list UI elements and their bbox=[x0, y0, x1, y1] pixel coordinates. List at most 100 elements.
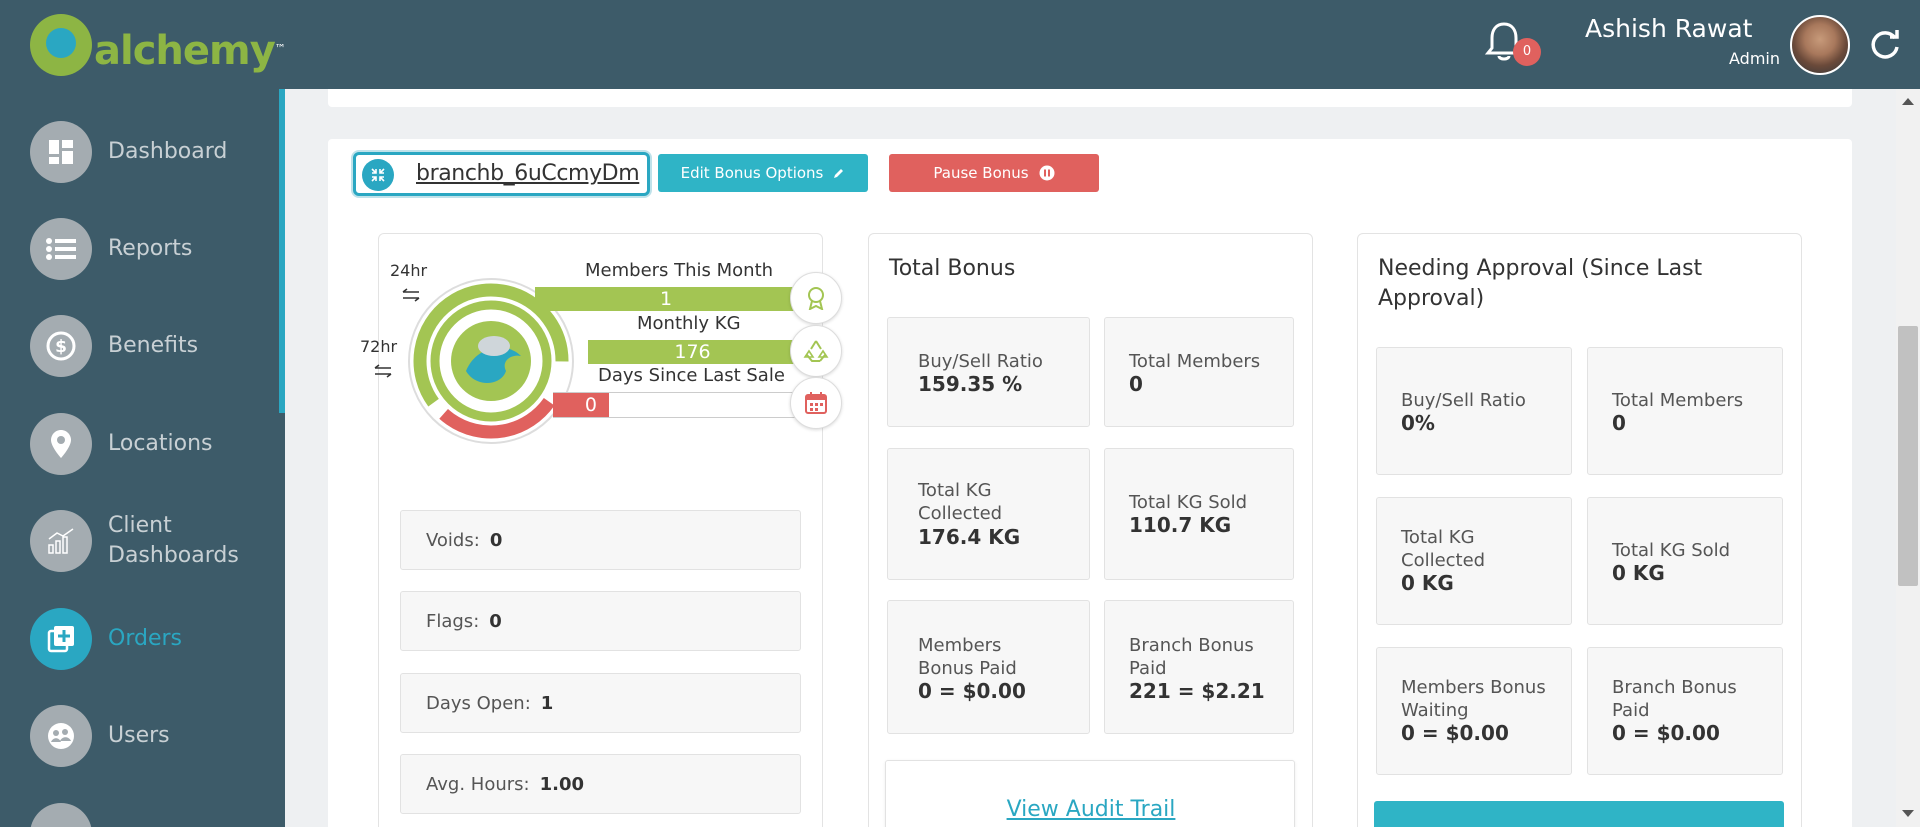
sidebar-item-users[interactable]: Users bbox=[30, 705, 258, 767]
add-box-icon bbox=[30, 608, 92, 670]
stat-card: Total KG Collected 0 KG bbox=[1376, 497, 1572, 625]
logo-trademark: ™ bbox=[274, 42, 286, 55]
sidebar-item-label: Client Dashboards bbox=[108, 513, 239, 568]
stat-value: 0 = $0.00 bbox=[1401, 721, 1509, 745]
stat-label: Total Members bbox=[1612, 390, 1744, 411]
monthly-kg-value: 176 bbox=[674, 341, 711, 363]
sidebar-item-more[interactable] bbox=[30, 803, 92, 827]
users-icon bbox=[30, 705, 92, 767]
branch-name-chip[interactable]: branchb_6uCcmyDm bbox=[353, 152, 650, 196]
stat-card: Total KG Sold 0 KG bbox=[1587, 497, 1783, 625]
sidebar-item-label: Dashboard bbox=[108, 139, 228, 164]
monthly-kg-label: Monthly KG bbox=[637, 313, 741, 334]
sidebar-item-reports[interactable]: Reports bbox=[30, 218, 258, 280]
pencil-icon bbox=[834, 169, 844, 178]
sidebar-item-label: Benefits bbox=[108, 333, 199, 358]
avg-hours-label: Avg. Hours: bbox=[426, 773, 530, 795]
stat-value: 0 bbox=[1129, 372, 1143, 396]
pause-bonus-button[interactable]: Pause Bonus bbox=[889, 154, 1099, 192]
label-72hr: 72hr bbox=[360, 337, 398, 356]
sidebar-item-dashboard[interactable]: Dashboard bbox=[30, 121, 258, 183]
sidebar-item-client-dashboards[interactable]: Client Dashboards bbox=[30, 510, 258, 572]
award-icon bbox=[808, 287, 824, 310]
sidebar-item-orders[interactable]: Orders bbox=[30, 608, 258, 670]
logo-text: alchemy bbox=[94, 28, 276, 74]
flags-label: Flags: bbox=[426, 610, 480, 632]
stat-label: Total KG Collected bbox=[918, 480, 1003, 524]
stat-card: Branch Bonus Paid 221 = $2.21 bbox=[1104, 600, 1294, 734]
stat-card: Buy/Sell Ratio 0% bbox=[1376, 347, 1572, 475]
stat-label: Buy/Sell Ratio bbox=[918, 351, 1043, 372]
pause-icon bbox=[1039, 165, 1055, 181]
label-24hr: 24hr bbox=[390, 261, 428, 280]
stat-card: Total KG Sold 110.7 KG bbox=[1104, 448, 1294, 580]
voids-row: Voids: 0 bbox=[400, 510, 801, 570]
avg-hours-row: Avg. Hours: 1.00 bbox=[400, 754, 801, 814]
avatar[interactable] bbox=[1790, 15, 1850, 75]
view-audit-trail-link[interactable]: View Audit Trail bbox=[886, 797, 1296, 822]
edit-bonus-options-button[interactable]: Edit Bonus Options bbox=[658, 154, 868, 192]
days-since-last-sale-label: Days Since Last Sale bbox=[598, 365, 785, 386]
stat-label: Branch Bonus Paid bbox=[1129, 635, 1254, 679]
stat-label: Branch Bonus Paid bbox=[1612, 677, 1737, 721]
stat-card: Total Members 0 bbox=[1587, 347, 1783, 475]
user-name: Ashish Rawat bbox=[1585, 14, 1753, 43]
edit-bonus-options-label: Edit Bonus Options bbox=[680, 164, 824, 182]
avg-hours-value: 1.00 bbox=[539, 773, 585, 795]
user-role: Admin bbox=[1729, 49, 1780, 68]
scroll-down-arrow[interactable] bbox=[1902, 810, 1914, 817]
stat-value: 0 KG bbox=[1401, 571, 1454, 595]
stat-value: 0% bbox=[1401, 411, 1435, 435]
stat-card: Branch Bonus Paid 0 = $0.00 bbox=[1587, 647, 1783, 775]
swap-arrows-icon[interactable] bbox=[372, 364, 394, 378]
stat-label: Members Bonus Waiting bbox=[1401, 677, 1546, 721]
stat-value: 0 KG bbox=[1612, 561, 1665, 585]
sidebar-item-label: Reports bbox=[108, 236, 193, 261]
svg-text:$: $ bbox=[55, 337, 67, 357]
scroll-up-arrow[interactable] bbox=[1902, 98, 1914, 105]
branch-name[interactable]: branchb_6uCcmyDm bbox=[416, 161, 640, 186]
stat-label: Members Bonus Paid bbox=[918, 635, 1017, 679]
stat-label: Total KG Sold bbox=[1612, 540, 1731, 561]
audit-trail-box: View Audit Trail bbox=[885, 760, 1295, 827]
chart-icon bbox=[30, 510, 92, 572]
sidebar-item-benefits[interactable]: $ Benefits bbox=[30, 315, 258, 377]
stat-card: Members Bonus Waiting 0 = $0.00 bbox=[1376, 647, 1572, 775]
stat-card: Buy/Sell Ratio 159.35 % bbox=[887, 317, 1090, 427]
alchemy-logo[interactable]: alchemy ™ bbox=[30, 14, 286, 76]
stat-value: 159.35 % bbox=[918, 372, 1023, 396]
total-bonus-title: Total Bonus bbox=[889, 256, 1016, 281]
members-this-month-bar: 1 bbox=[535, 287, 797, 311]
days-open-label: Days Open: bbox=[426, 692, 531, 714]
stat-label: Total KG Sold bbox=[1129, 492, 1248, 513]
scrollbar-thumb[interactable] bbox=[1898, 326, 1918, 586]
days-since-last-sale-value: 0 bbox=[584, 394, 597, 416]
sidebar-active-accent bbox=[279, 89, 285, 413]
voids-label: Voids: bbox=[426, 529, 480, 551]
stat-label: Total Members bbox=[1129, 351, 1261, 372]
stat-card: Total Members 0 bbox=[1104, 317, 1294, 427]
recycle-button[interactable] bbox=[790, 325, 842, 377]
list-icon bbox=[30, 218, 92, 280]
refresh-icon[interactable] bbox=[1868, 28, 1902, 62]
notification-badge: 0 bbox=[1513, 38, 1541, 66]
stat-value: 221 = $2.21 bbox=[1129, 679, 1265, 703]
stat-value: 0 = $0.00 bbox=[918, 679, 1026, 703]
collapse-icon[interactable] bbox=[362, 159, 394, 191]
sidebar-item-locations[interactable]: Locations bbox=[30, 413, 258, 475]
stat-value: 176.4 KG bbox=[918, 525, 1021, 549]
stat-value: 110.7 KG bbox=[1129, 513, 1232, 537]
swap-arrows-icon[interactable] bbox=[400, 288, 422, 302]
monthly-kg-bar: 176 bbox=[588, 340, 797, 364]
members-this-month-label: Members This Month bbox=[585, 260, 774, 281]
members-button[interactable] bbox=[790, 272, 842, 324]
stat-value: 0 bbox=[1612, 411, 1626, 435]
stat-label: Total KG Collected bbox=[1401, 527, 1486, 571]
sidebar-item-label: Users bbox=[108, 723, 170, 748]
stat-card: Total KG Collected 176.4 KG bbox=[887, 448, 1090, 580]
stat-value: 0 = $0.00 bbox=[1612, 721, 1720, 745]
voids-value: 0 bbox=[489, 529, 503, 551]
flags-row: Flags: 0 bbox=[400, 591, 801, 651]
calendar-button[interactable] bbox=[790, 377, 842, 429]
approve-button[interactable] bbox=[1374, 801, 1784, 827]
